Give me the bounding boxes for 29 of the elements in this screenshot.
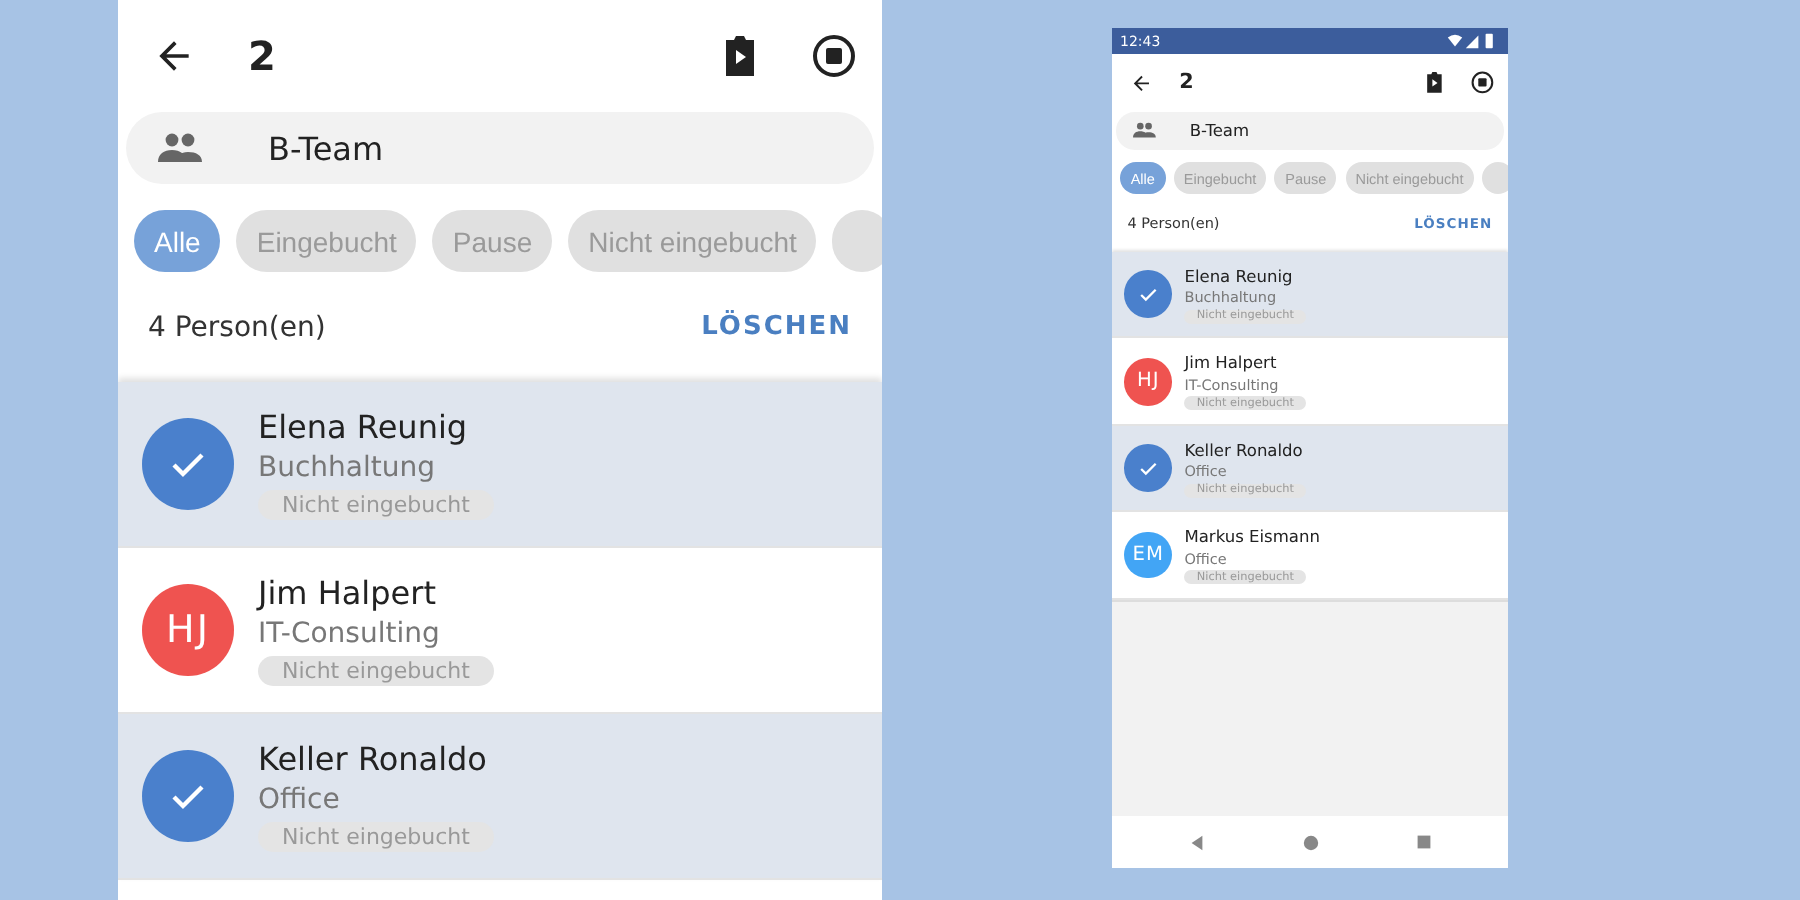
status-badge: Nicht eingebucht xyxy=(258,822,494,852)
filter-chip[interactable]: Eingebucht xyxy=(236,210,417,272)
filter-chip[interactable]: Pause xyxy=(432,210,553,272)
person-name: Jim Halpert xyxy=(258,574,436,612)
screen-title: 2 xyxy=(1179,70,1194,95)
person-name: Markus Eismann xyxy=(1184,525,1320,546)
person-name: Elena Reunig xyxy=(258,408,468,446)
person-name: Elena Reunig xyxy=(1184,265,1293,286)
person-row[interactable]: Elena Reunig Buchhaltung Nicht eingebucht xyxy=(118,382,882,548)
person-row[interactable]: Keller Ronaldo Office Nicht eingebucht xyxy=(118,714,882,880)
status-badge: Nicht eingebucht xyxy=(258,656,494,686)
filter-chip[interactable]: Nicht eingebucht xyxy=(568,210,817,272)
avatar: HJ xyxy=(142,584,234,676)
screen-title: 2 xyxy=(248,31,276,79)
avatar: HJ xyxy=(1124,357,1173,405)
person-department: IT-Consulting xyxy=(258,618,440,650)
person-row[interactable]: HJ Jim Halpert IT-Consulting Nicht eingebucht xyxy=(118,548,882,714)
filter-chip[interactable]: Alle xyxy=(134,210,221,272)
person-department: Office xyxy=(258,784,340,816)
person-count: 4 Person(en) xyxy=(148,311,326,343)
person-name: Jim Halpert xyxy=(1184,352,1277,373)
group-field[interactable]: B-Team xyxy=(1116,112,1504,150)
person-name: Keller Ronaldo xyxy=(1184,439,1303,459)
status-badge: Nicht eingebucht xyxy=(258,490,494,520)
person-name: Keller Ronaldo xyxy=(258,740,487,778)
person-department: Buchhaltung xyxy=(258,452,436,484)
clear-button[interactable]: LÖSCHEN xyxy=(701,312,852,342)
avatar: EM xyxy=(1124,531,1173,579)
group-field[interactable]: B-Team xyxy=(126,112,874,184)
